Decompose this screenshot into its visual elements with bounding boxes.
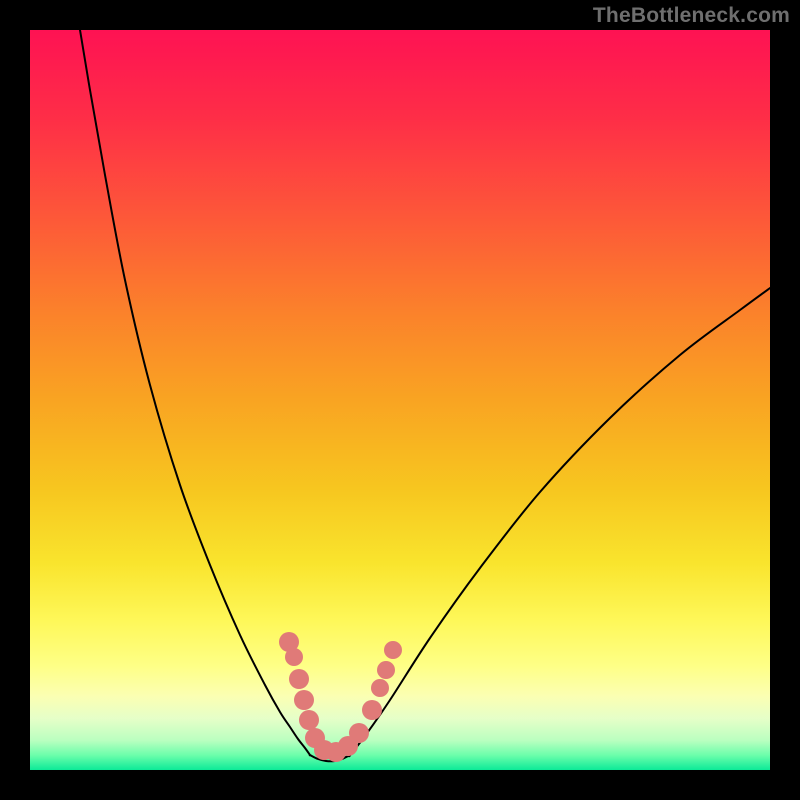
curve-marker — [362, 700, 382, 720]
curve-marker — [285, 648, 303, 666]
bottleneck-curve — [80, 30, 770, 761]
curve-marker — [384, 641, 402, 659]
curve-marker — [377, 661, 395, 679]
curve-marker — [299, 710, 319, 730]
watermark-label: TheBottleneck.com — [593, 4, 790, 28]
curve-marker — [349, 723, 369, 743]
chart-frame: TheBottleneck.com — [0, 0, 800, 800]
curve-marker — [371, 679, 389, 697]
curve-marker — [294, 690, 314, 710]
curve-layer — [30, 30, 770, 770]
curve-marker — [289, 669, 309, 689]
curve-markers — [279, 632, 402, 762]
plot-area — [30, 30, 770, 770]
